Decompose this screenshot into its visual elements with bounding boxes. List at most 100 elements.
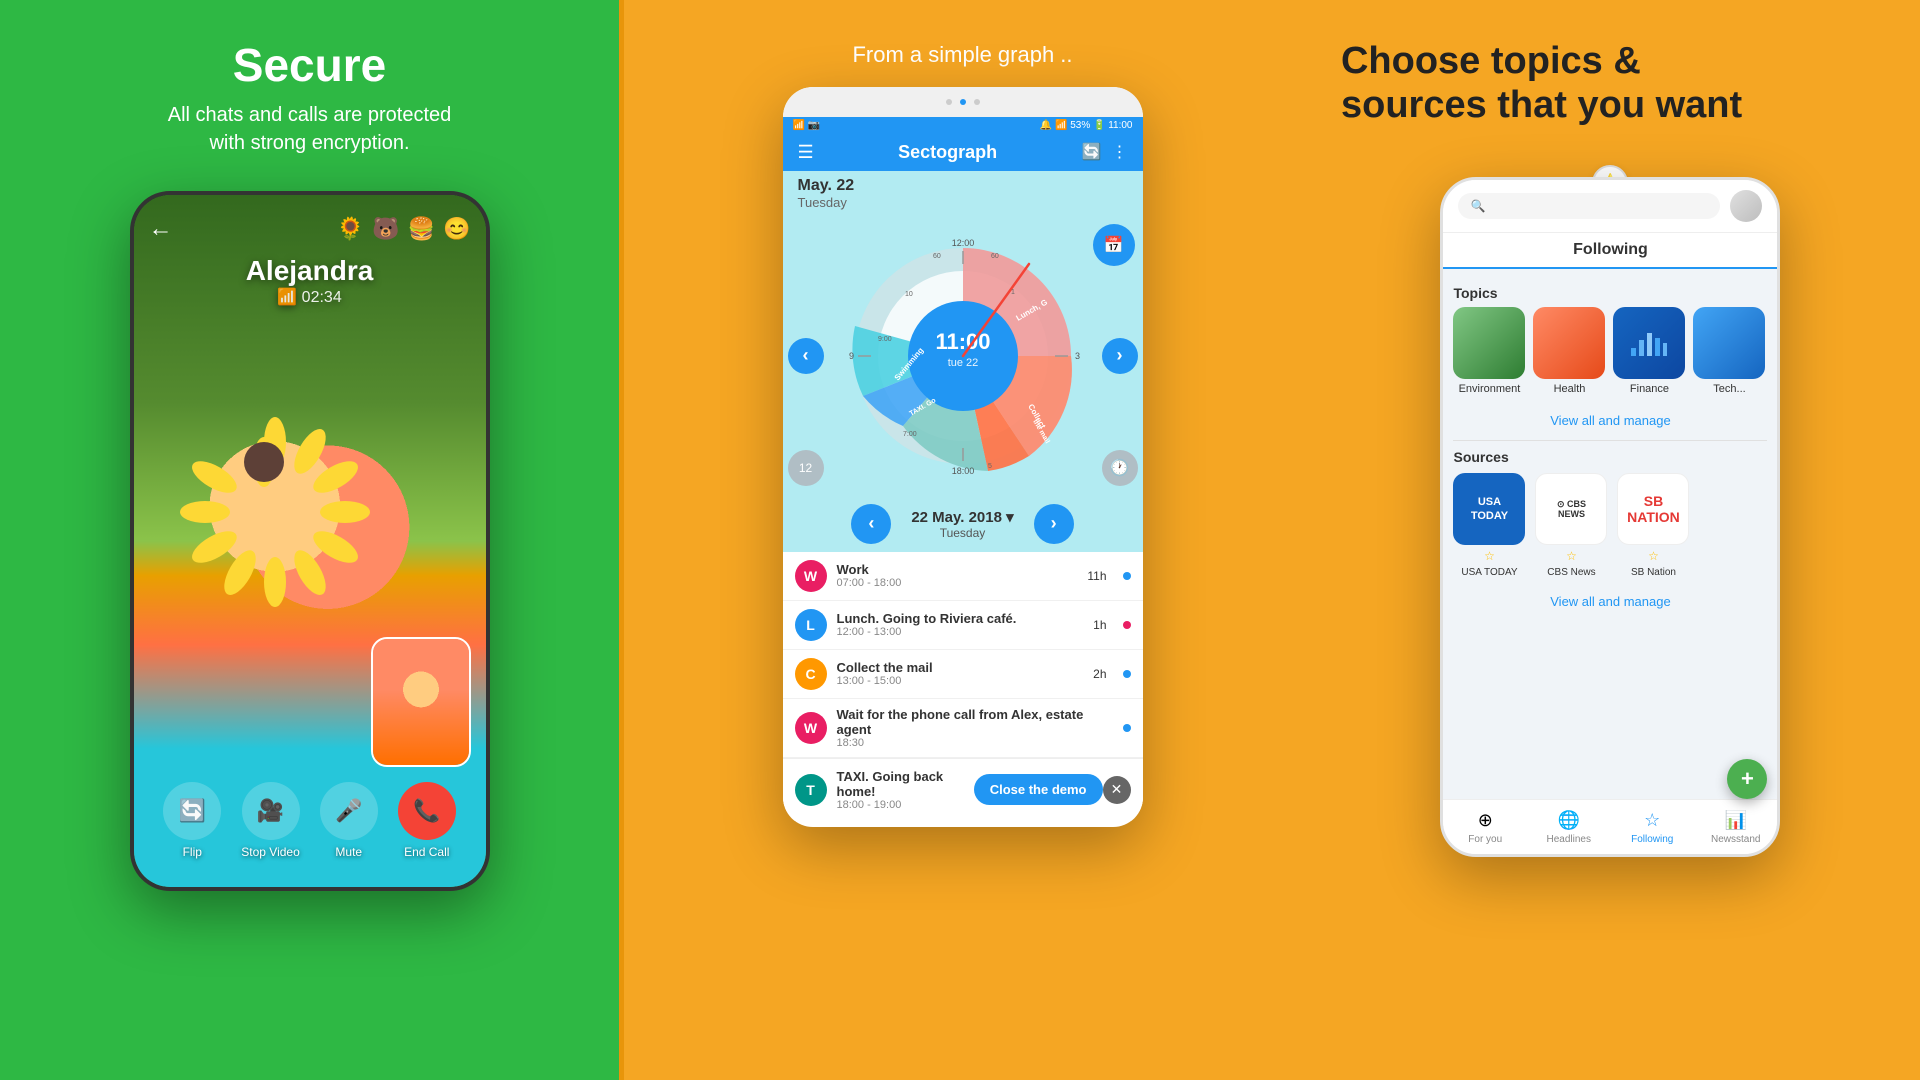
search-icon: 🔍	[1470, 199, 1485, 213]
event-letter-w2: W	[795, 712, 827, 744]
svg-text:7:00: 7:00	[903, 431, 917, 438]
prev-date-button[interactable]: ‹	[851, 504, 891, 544]
source-sb-nation[interactable]: SBNATION ☆ SB Nation	[1617, 473, 1689, 578]
flip-button[interactable]: 🔄 Flip	[163, 782, 221, 859]
status-bar: 📶 📷 🔔 📶 53% 🔋 11:00	[783, 117, 1143, 134]
svg-text:12:00: 12:00	[951, 238, 974, 248]
newsstand-label: Newsstand	[1711, 834, 1760, 845]
event-dot	[1123, 621, 1131, 629]
search-bar[interactable]: 🔍	[1458, 193, 1720, 219]
event-time-taxi: 18:00 - 19:00	[837, 799, 974, 811]
topic-finance[interactable]: Finance	[1613, 307, 1685, 395]
close-demo-x-button[interactable]: ✕	[1103, 776, 1131, 804]
following-nav-label: Following	[1631, 834, 1673, 845]
following-icon: ☆	[1644, 810, 1660, 831]
mute-button[interactable]: 🎤 Mute	[320, 782, 378, 859]
status-time: 🔔 📶 53% 🔋 11:00	[1040, 120, 1133, 131]
next-date-button[interactable]: ›	[1034, 504, 1074, 544]
event-duration: 11h	[1087, 569, 1106, 583]
right-heading: Choose topics &sources that you want	[1321, 40, 1900, 127]
nav-headlines[interactable]: 🌐 Headlines	[1527, 810, 1611, 845]
svg-text:60: 60	[933, 253, 941, 260]
call-controls: 🔄 Flip 🎥 Stop Video 🎤 Mute 📞 End Call	[134, 782, 486, 867]
event-wait[interactable]: W Wait for the phone call from Alex, est…	[783, 699, 1143, 758]
left-subheading: All chats and calls are protectedwith st…	[168, 101, 452, 157]
caller-name: Alejandra	[134, 255, 486, 287]
calendar-fab[interactable]: 📅	[1093, 224, 1135, 266]
svg-text:tue 22: tue 22	[947, 357, 978, 369]
date-nav-text[interactable]: 22 May. 2018 ▾	[911, 508, 1013, 526]
date-day: Tuesday	[798, 195, 1128, 210]
small-video-thumbnail	[371, 637, 471, 767]
source-usa-name: USA TODAY	[1461, 567, 1517, 578]
event-duration: 1h	[1093, 618, 1106, 632]
menu-icon[interactable]: ☰	[798, 142, 814, 163]
event-dot	[1123, 670, 1131, 678]
svg-text:18:00: 18:00	[951, 466, 974, 476]
event-time: 18:30	[837, 737, 1097, 749]
event-lunch[interactable]: L Lunch. Going to Riviera café. 12:00 - …	[783, 601, 1143, 650]
view-all-sources-link[interactable]: View all and manage	[1453, 586, 1767, 617]
topics-row: Environment Health	[1453, 307, 1767, 395]
topic-tech[interactable]: Tech...	[1693, 307, 1765, 395]
source-usa-today[interactable]: USATODAY ☆ USA TODAY	[1453, 473, 1525, 578]
topic-health-label: Health	[1554, 383, 1586, 395]
source-star: ☆	[1484, 549, 1495, 563]
event-letter-l: L	[795, 609, 827, 641]
event-time: 07:00 - 18:00	[837, 577, 1078, 589]
event-time: 13:00 - 15:00	[837, 675, 1084, 687]
phone-notch	[783, 87, 1143, 117]
newsstand-icon: 📊	[1725, 810, 1747, 831]
sources-row: USATODAY ☆ USA TODAY ⊙ CBSNEWS ☆ CBS New…	[1453, 473, 1767, 578]
event-collect-mail[interactable]: C Collect the mail 13:00 - 15:00 2h	[783, 650, 1143, 699]
source-sb-name: SB Nation	[1631, 567, 1676, 578]
back-button[interactable]: ←	[149, 215, 173, 243]
view-all-topics-link[interactable]: View all and manage	[1453, 405, 1767, 436]
event-taxi-row: T TAXI. Going back home! 18:00 - 19:00 C…	[783, 758, 1143, 821]
source-cbs-news[interactable]: ⊙ CBSNEWS ☆ CBS News	[1535, 473, 1607, 578]
middle-panel: From a simple graph .. 📶 📷 🔔 📶 53% 🔋 11:…	[624, 0, 1301, 1080]
clock-wheel: 11:00 tue 22 12:00 3 18:00 9 Lunch, G Co…	[843, 236, 1083, 476]
more-icon[interactable]: ⋮	[1112, 142, 1128, 162]
following-tab[interactable]: Following	[1443, 233, 1777, 269]
event-name: Wait for the phone call from Alex, estat…	[837, 707, 1097, 737]
left-heading: Secure	[233, 40, 386, 91]
topic-finance-label: Finance	[1630, 383, 1669, 395]
svg-text:5: 5	[988, 463, 992, 470]
phone-middle: 📶 📷 🔔 📶 53% 🔋 11:00 ☰ Sectograph 🔄 ⋮ May…	[783, 87, 1143, 827]
date-main: May. 22	[798, 177, 1128, 195]
event-work[interactable]: W Work 07:00 - 18:00 11h	[783, 552, 1143, 601]
nav-newsstand[interactable]: 📊 Newsstand	[1694, 810, 1778, 845]
status-icons: 📶 📷	[793, 120, 821, 131]
svg-text:1: 1	[1011, 289, 1015, 296]
close-demo-button[interactable]: Close the demo	[974, 774, 1103, 805]
nav-for-you[interactable]: ⊕ For you	[1443, 810, 1527, 845]
event-letter-c: C	[795, 658, 827, 690]
topics-label: Topics	[1453, 285, 1767, 301]
headlines-label: Headlines	[1546, 834, 1590, 845]
clock-history-btn[interactable]: 🕐	[1102, 450, 1138, 486]
user-avatar[interactable]	[1730, 190, 1762, 222]
topic-health[interactable]: Health	[1533, 307, 1605, 395]
svg-text:10: 10	[905, 291, 913, 298]
topic-environment[interactable]: Environment	[1453, 307, 1525, 395]
phone-right: 🔍 Following Topics Environment	[1440, 177, 1780, 857]
phone-left: ← 🌻🐻🍔😊 Alejandra 📶 02:34	[130, 191, 490, 891]
news-content: Topics Environment Health	[1443, 269, 1777, 854]
stop-video-button[interactable]: 🎥 Stop Video	[241, 782, 300, 859]
refresh-icon[interactable]: 🔄	[1082, 142, 1102, 162]
clock-next-button[interactable]: ›	[1102, 338, 1138, 374]
phone-right-wrapper: ⭐ 🔍 Following Topics	[1440, 177, 1780, 857]
clock-prev-button[interactable]: ‹	[788, 338, 824, 374]
event-name: Lunch. Going to Riviera café.	[837, 611, 1084, 626]
divider-1	[1453, 440, 1767, 441]
svg-text:9:00: 9:00	[878, 336, 892, 343]
bottom-nav: ⊕ For you 🌐 Headlines ☆ Following 📊 News…	[1443, 799, 1777, 854]
sb-nation-logo: SBNATION	[1617, 473, 1689, 545]
clock-twelve-btn[interactable]: 12	[788, 450, 824, 486]
source-cbs-name: CBS News	[1547, 567, 1595, 578]
call-emojis: 🌻🐻🍔😊	[337, 216, 471, 242]
end-call-button[interactable]: 📞 End Call	[398, 782, 456, 859]
event-name-taxi: TAXI. Going back home!	[837, 769, 974, 799]
nav-following[interactable]: ☆ Following	[1610, 810, 1694, 845]
